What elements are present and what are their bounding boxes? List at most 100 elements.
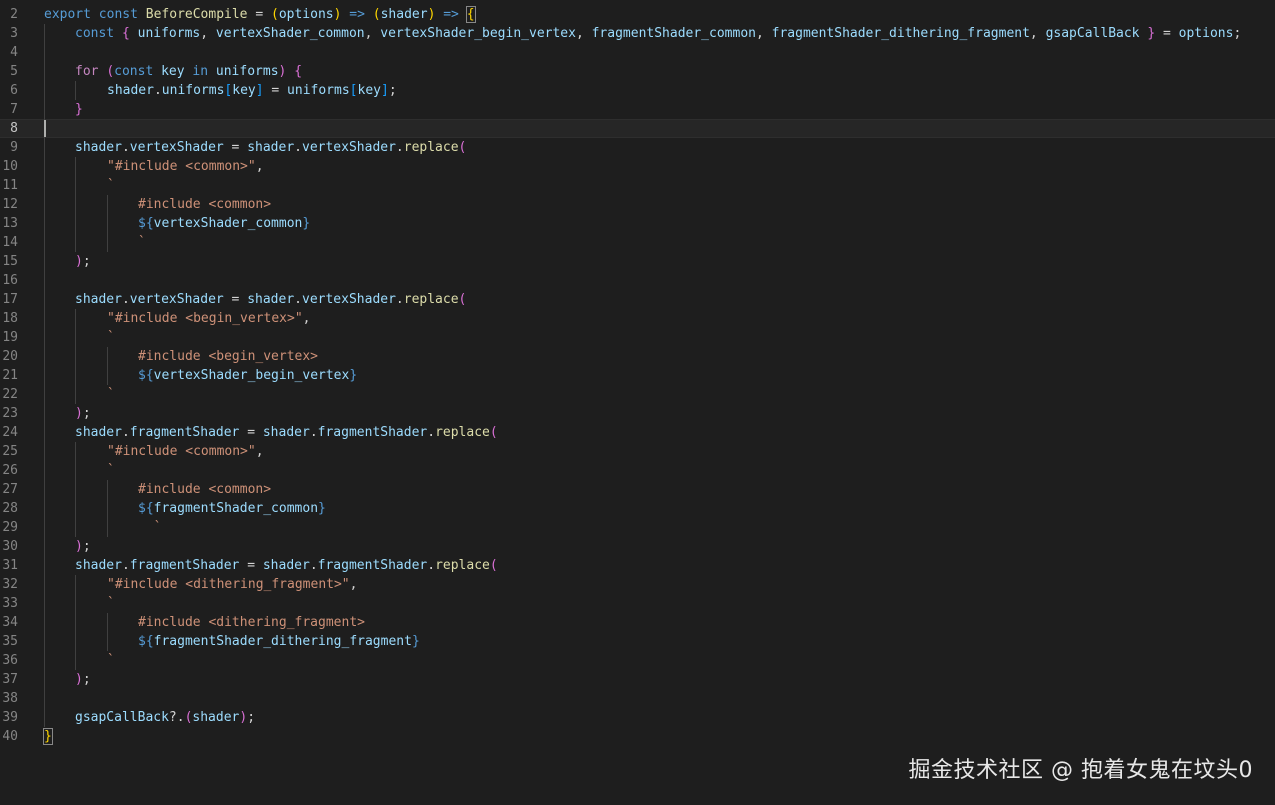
code-line[interactable]: 31 shader.fragmentShader = shader.fragmen… [0, 556, 1275, 575]
line-number: 29 [2, 520, 18, 535]
code-token: vertexShader_common [153, 216, 303, 231]
code-line[interactable]: 39 gsapCallBack?.(shader); [0, 708, 1275, 727]
code-line[interactable]: 36 ` [0, 651, 1275, 670]
code-line[interactable]: 4 [0, 43, 1275, 62]
code-token: => [349, 7, 365, 22]
code-token: ${ [138, 368, 154, 383]
indent-guide [44, 176, 45, 195]
code-token: . [427, 558, 436, 573]
code-line[interactable]: 20 #include <begin_vertex> [0, 347, 1275, 366]
code-line[interactable]: 27 #include <common> [0, 480, 1275, 499]
code-token: = [263, 83, 288, 98]
code-token: , [302, 311, 311, 326]
code-token: , [255, 159, 264, 174]
line-number: 5 [10, 64, 18, 79]
code-line[interactable]: 30); [0, 537, 1275, 556]
code-line[interactable]: 19 ` [0, 328, 1275, 347]
code-line[interactable]: 6 shader.uniforms[key] = uniforms[key]; [0, 81, 1275, 100]
code-token: options [1178, 26, 1234, 41]
code-line[interactable]: 5 for (const key in uniforms) { [0, 62, 1275, 81]
code-line[interactable]: 21 ${vertexShader_begin_vertex} [0, 366, 1275, 385]
code-line[interactable]: 10 "#include <common>", [0, 157, 1275, 176]
code-line[interactable]: 28 ${fragmentShader_common} [0, 499, 1275, 518]
indent-guide [44, 271, 45, 290]
indent-guide [44, 708, 45, 727]
line-number: 32 [2, 577, 18, 592]
code-line[interactable]: 38 [0, 689, 1275, 708]
line-number: 10 [2, 159, 18, 174]
code-token: ( [458, 140, 467, 155]
code-line[interactable]: 17 shader.vertexShader = shader.vertexSha… [0, 290, 1275, 309]
code-line[interactable]: 18 "#include <begin_vertex>", [0, 309, 1275, 328]
code-line[interactable]: 33 ` [0, 594, 1275, 613]
code-line[interactable]: 37); [0, 670, 1275, 689]
code-line[interactable]: 23); [0, 404, 1275, 423]
code-line[interactable]: 15); [0, 252, 1275, 271]
code-line[interactable]: 3 const { uniforms, vertexShader_common, … [0, 24, 1275, 43]
line-number: 8 [10, 121, 18, 136]
code-text: ` [107, 461, 115, 480]
code-line[interactable]: 7} [0, 100, 1275, 119]
indent-guide [44, 632, 45, 651]
code-token: . [121, 558, 130, 573]
indent-guide [107, 347, 108, 366]
code-token: => [443, 7, 459, 22]
code-text: ${fragmentShader_common} [138, 499, 326, 518]
indent-guide [75, 81, 76, 100]
line-number: 21 [2, 368, 18, 383]
code-line[interactable]: 2 export const BeforeCompile = (options) … [0, 5, 1275, 24]
line-number: 15 [2, 254, 18, 269]
code-line[interactable]: 16 [0, 271, 1275, 290]
code-line[interactable]: 14 ` [0, 233, 1275, 252]
code-text: ` [107, 176, 115, 195]
code-token: shader [75, 140, 122, 155]
code-text: ` [138, 233, 146, 252]
code-token: fragmentShader [317, 425, 428, 440]
code-token: . [121, 425, 130, 440]
code-line[interactable]: 22 ` [0, 385, 1275, 404]
indent-guide [75, 347, 76, 366]
code-token: "#include <common>" [107, 444, 256, 459]
code-token: const [75, 26, 115, 41]
code-token: shader [75, 558, 122, 573]
code-line[interactable]: 9 shader.vertexShader = shader.vertexShad… [0, 138, 1275, 157]
indent-guide [44, 651, 45, 670]
code-text: #include <common> [138, 195, 271, 214]
code-token: shader [262, 425, 310, 440]
code-line[interactable]: 34 #include <dithering_fragment> [0, 613, 1275, 632]
code-line[interactable]: 26 ` [0, 461, 1275, 480]
code-line[interactable]: 11 ` [0, 176, 1275, 195]
code-line[interactable]: 8 [0, 119, 1275, 138]
indent-guide [75, 461, 76, 480]
code-token: , [364, 26, 381, 41]
code-line[interactable]: 40} [0, 727, 1275, 746]
code-line[interactable]: 29 ` [0, 518, 1275, 537]
code-text: export const BeforeCompile = (options) =… [44, 5, 476, 24]
code-token: uniforms [161, 83, 225, 98]
code-editor[interactable]: 2 export const BeforeCompile = (options) … [0, 5, 1275, 746]
code-line[interactable]: 32 "#include <dithering_fragment>", [0, 575, 1275, 594]
indent-guide [75, 176, 76, 195]
code-text: ); [75, 537, 91, 556]
indent-guide [44, 43, 45, 62]
code-token: vertexShader_common [215, 26, 365, 41]
indent-guide [44, 138, 45, 157]
code-line[interactable]: 24 shader.fragmentShader = shader.fragmen… [0, 423, 1275, 442]
code-line[interactable]: 13 ${vertexShader_common} [0, 214, 1275, 233]
indent-guide [75, 157, 76, 176]
code-text: ${vertexShader_begin_vertex} [138, 366, 357, 385]
code-line[interactable]: 25 "#include <common>", [0, 442, 1275, 461]
code-text: ` [107, 328, 115, 347]
code-line[interactable]: 35 ${fragmentShader_dithering_fragment} [0, 632, 1275, 651]
indent-guide [107, 518, 108, 537]
code-line[interactable]: 12 #include <common> [0, 195, 1275, 214]
code-token: const [98, 7, 138, 22]
code-token: uniforms [215, 64, 279, 79]
code-token: = [223, 140, 248, 155]
line-number: 12 [2, 197, 18, 212]
indent-guide [75, 385, 76, 404]
